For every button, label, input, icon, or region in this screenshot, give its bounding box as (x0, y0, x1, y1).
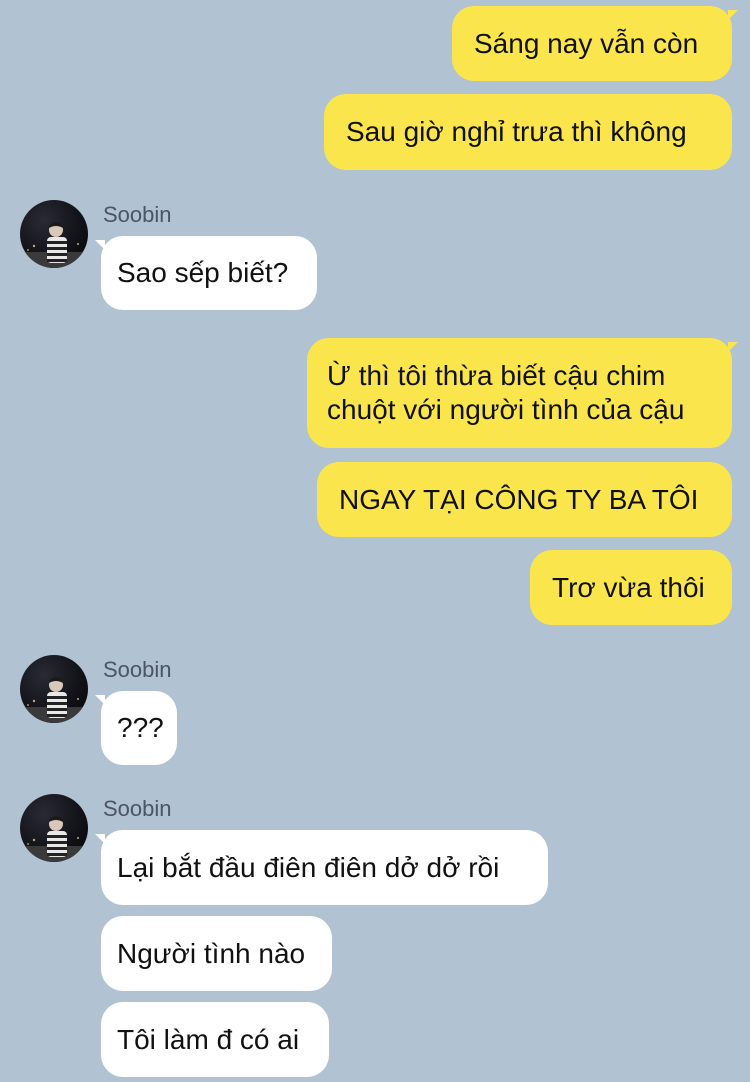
message-text: NGAY TẠI CÔNG TY BA TÔI (339, 483, 699, 515)
outgoing-message[interactable]: NGAY TẠI CÔNG TY BA TÔI (317, 462, 732, 537)
message-text: Sáng nay vẫn còn (474, 27, 699, 59)
message-text: Ừ thì tôi thừa biết cậu chim chuột với n… (327, 360, 685, 425)
incoming-message[interactable]: Lại bắt đầu điên điên dở dở rồi (95, 830, 548, 905)
outgoing-message[interactable]: Ừ thì tôi thừa biết cậu chim chuột với n… (307, 338, 738, 448)
message-text: Người tình nào (117, 937, 306, 969)
incoming-message[interactable]: Tôi làm đ có ai (101, 1002, 329, 1077)
avatar-icon[interactable] (20, 794, 88, 862)
avatar-icon[interactable] (20, 655, 88, 723)
avatar-icon[interactable] (20, 200, 88, 268)
message-text: Trơ vừa thôi (552, 571, 705, 603)
outgoing-message[interactable]: Sau giờ nghỉ trưa thì không (324, 94, 732, 170)
message-text: Sau giờ nghỉ trưa thì không (346, 116, 687, 147)
sender-name: Soobin (103, 796, 172, 821)
message-text: Sao sếp biết? (117, 257, 289, 288)
incoming-message[interactable]: Sao sếp biết? (95, 236, 317, 310)
outgoing-message[interactable]: Trơ vừa thôi (530, 550, 732, 625)
incoming-message[interactable]: ??? (95, 691, 177, 765)
outgoing-message[interactable]: Sáng nay vẫn còn (452, 6, 738, 81)
incoming-message[interactable]: Người tình nào (101, 916, 332, 991)
message-text: Tôi làm đ có ai (117, 1023, 300, 1055)
message-text: Lại bắt đầu điên điên dở dở rồi (117, 851, 500, 883)
message-text: ??? (117, 712, 164, 743)
sender-name: Soobin (103, 202, 172, 227)
sender-name: Soobin (103, 657, 172, 682)
